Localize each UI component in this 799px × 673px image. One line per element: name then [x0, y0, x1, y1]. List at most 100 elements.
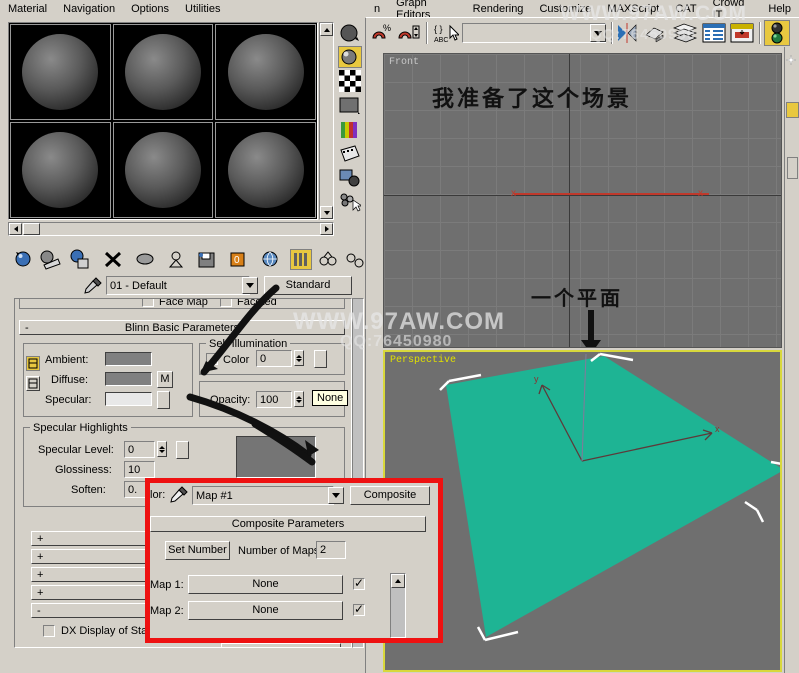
align-icon[interactable]: [643, 22, 667, 44]
me-menu-utilities[interactable]: Utilities: [177, 3, 228, 15]
sample-slot-2[interactable]: [112, 24, 214, 120]
self-illumination-color-checkbox[interactable]: [206, 353, 218, 365]
get-material-icon[interactable]: [14, 249, 36, 270]
put-to-library-icon[interactable]: [196, 250, 217, 269]
composite-map-panel[interactable]: lor: Map #1 Composite Composite Paramete…: [150, 483, 438, 638]
video-color-check-icon[interactable]: [339, 120, 361, 142]
go-forward-to-sibling-icon[interactable]: [344, 250, 365, 269]
composite-map-type-button[interactable]: Composite: [350, 486, 430, 505]
specular-color-swatch[interactable]: [105, 392, 152, 406]
curve-editor-icon[interactable]: [702, 22, 726, 44]
named-selection-set-dropdown[interactable]: [590, 24, 606, 42]
menu-item-customize[interactable]: Customize: [531, 3, 599, 15]
viewport-front[interactable]: x x Front 我准备了这个场景 一个平面: [383, 53, 782, 348]
face-map-checkbox[interactable]: [142, 299, 154, 307]
opacity-spinner[interactable]: [294, 391, 304, 407]
opacity-value-field[interactable]: 100: [256, 391, 292, 408]
diffuse-specular-lock-icon[interactable]: [26, 376, 40, 391]
material-name-row[interactable]: 01 - Default Standard: [0, 275, 366, 297]
command-panel-strip[interactable]: [784, 47, 799, 673]
eyedropper-icon[interactable]: [170, 486, 188, 504]
make-unique-icon[interactable]: [166, 250, 186, 269]
number-of-maps-field[interactable]: 2: [316, 541, 346, 559]
mirror-icon[interactable]: [616, 22, 640, 44]
go-to-parent-icon[interactable]: [317, 250, 338, 269]
main-toolbar[interactable]: % { } ABC: [366, 17, 799, 47]
composite-map-name-dropdown[interactable]: [328, 487, 344, 504]
composite-map-name-field[interactable]: Map #1: [192, 486, 334, 505]
hscroll-thumb[interactable]: [23, 223, 40, 235]
material-editor-toolbar[interactable]: 0: [4, 248, 365, 272]
specular-level-map-button[interactable]: [176, 441, 189, 459]
me-menu-navigation[interactable]: Navigation: [55, 3, 123, 15]
sample-type-sphere-icon[interactable]: [339, 23, 361, 45]
faceted-checkbox[interactable]: [220, 299, 232, 307]
composite-maps-scrollbar[interactable]: [390, 573, 406, 638]
dx-display-checkbox[interactable]: [43, 625, 55, 637]
blinn-basic-parameters-rollout[interactable]: - Blinn Basic Parameters: [19, 320, 345, 335]
diffuse-map-button[interactable]: M: [157, 371, 173, 388]
reset-map-icon[interactable]: [103, 250, 123, 269]
me-menu-material[interactable]: Material: [0, 3, 55, 15]
sample-slot-3[interactable]: [215, 24, 316, 120]
perspective-plane-object[interactable]: y x: [385, 352, 780, 670]
layer-manager-icon[interactable]: [672, 22, 698, 44]
save-as-fx-file-button[interactable]: Save as .FX File: [221, 643, 341, 647]
material-name-dropdown[interactable]: [242, 277, 258, 294]
named-selection-set-input[interactable]: [462, 23, 606, 43]
hscroll-right-button[interactable]: [320, 223, 333, 235]
self-illumination-map-button[interactable]: [314, 350, 327, 368]
options-icon[interactable]: [339, 168, 361, 190]
material-type-button[interactable]: Standard: [264, 276, 352, 295]
map-2-enable-checkbox[interactable]: [353, 602, 365, 616]
menu-item-0[interactable]: n: [366, 3, 388, 15]
sample-slots-vscrollbar[interactable]: [319, 22, 334, 220]
composite-parameters-rollout[interactable]: Composite Parameters: [150, 516, 426, 532]
hscroll-left-button[interactable]: [9, 223, 22, 235]
eyedropper-pick-icon[interactable]: [84, 277, 102, 295]
map-2-button[interactable]: None: [188, 601, 343, 620]
sample-slot-5[interactable]: [112, 122, 214, 218]
scroll-down-button[interactable]: [320, 206, 333, 219]
angle-snap-icon[interactable]: [397, 22, 421, 44]
sample-slot-4[interactable]: [10, 122, 111, 218]
material-editor-icon[interactable]: [764, 20, 790, 46]
percent-snap-icon[interactable]: %: [370, 22, 394, 44]
background-checker-icon[interactable]: [339, 70, 361, 92]
ambient-diffuse-lock-icon[interactable]: [26, 356, 40, 371]
map-1-button[interactable]: None: [188, 575, 343, 594]
material-name-field[interactable]: 01 - Default: [106, 276, 250, 295]
ambient-color-swatch[interactable]: [105, 352, 152, 366]
sample-slot-1[interactable]: [10, 24, 111, 120]
self-illumination-value-field[interactable]: 0: [256, 350, 292, 367]
me-menu-options[interactable]: Options: [123, 3, 177, 15]
show-end-result-icon[interactable]: [290, 249, 312, 270]
command-panel-create-button[interactable]: [786, 102, 799, 118]
material-editor-menubar[interactable]: Material Navigation Options Utilities: [0, 0, 366, 18]
specular-map-button[interactable]: [157, 391, 170, 409]
specular-level-spinner[interactable]: [157, 441, 167, 457]
shader-options-row[interactable]: Face Map Faceted: [19, 299, 345, 309]
select-by-material-icon[interactable]: [339, 192, 364, 214]
sample-slots-panel[interactable]: [8, 22, 318, 220]
glossiness-field[interactable]: 10: [124, 461, 155, 478]
composite-scroll-up-button[interactable]: [391, 574, 405, 588]
sample-slots-hscrollbar[interactable]: [8, 222, 334, 236]
scroll-up-button[interactable]: [320, 23, 333, 36]
material-effects-channel-icon[interactable]: 0: [228, 250, 249, 269]
make-preview-icon[interactable]: [339, 144, 361, 166]
assign-material-to-selection-icon[interactable]: [70, 249, 92, 270]
make-material-copy-icon[interactable]: [135, 250, 156, 269]
main-menubar[interactable]: n Graph Editors Rendering Customize MAXS…: [366, 0, 799, 21]
set-number-row[interactable]: Set Number Number of Maps: 2: [150, 541, 438, 563]
named-selection-sets-icon[interactable]: { } ABC: [433, 22, 461, 44]
self-illumination-spinner[interactable]: [294, 350, 304, 366]
diffuse-color-swatch[interactable]: [105, 372, 152, 386]
show-map-in-viewport-icon[interactable]: [260, 250, 281, 269]
menu-item-rendering[interactable]: Rendering: [465, 3, 532, 15]
specular-level-field[interactable]: 0: [124, 441, 155, 458]
put-material-to-scene-icon[interactable]: [40, 249, 62, 270]
menu-item-cat[interactable]: CAT: [667, 3, 704, 15]
command-panel-spark-icon[interactable]: [785, 54, 798, 67]
menu-item-maxscript[interactable]: MAXScript: [599, 3, 667, 15]
